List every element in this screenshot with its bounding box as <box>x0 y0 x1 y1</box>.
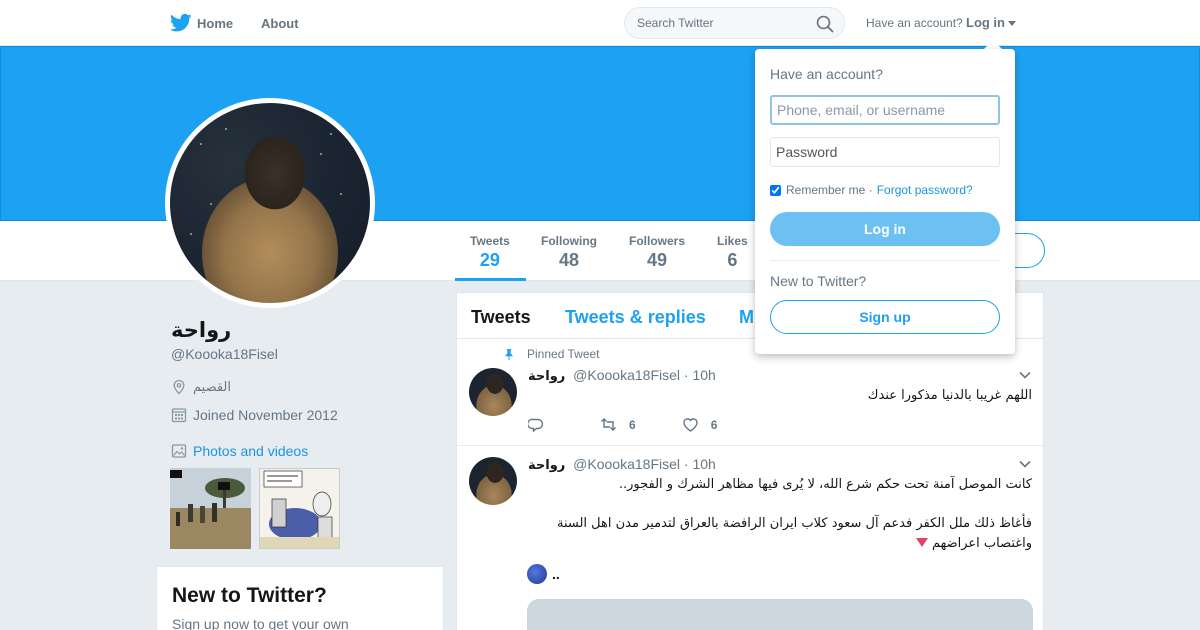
like-icon[interactable] <box>682 416 699 433</box>
dropdown-title: Have an account? <box>770 66 883 82</box>
nav-home-link[interactable]: Home <box>197 16 233 31</box>
top-nav: Home About Have an account? Log in <box>0 0 1200 46</box>
tweet-text: اللهم غريبا بالدنيا مذكورا عندك <box>867 388 1032 403</box>
media-thumbnail-image <box>170 468 251 549</box>
tweet-avatar[interactable] <box>469 457 517 505</box>
new-card-subtitle: Sign up now to get your own <box>172 616 349 630</box>
tweet-author-name[interactable]: رواحة <box>528 369 565 384</box>
pinned-label: Pinned Tweet <box>527 347 600 361</box>
location-icon <box>173 379 185 395</box>
tweet-actions: 6 6 <box>528 416 717 433</box>
dropdown-divider <box>770 260 1000 261</box>
new-to-twitter-text: New to Twitter? <box>770 273 867 289</box>
tab-media[interactable]: M <box>739 307 754 328</box>
stat-followers[interactable]: Followers 49 <box>629 234 685 271</box>
pin-icon <box>505 349 513 360</box>
photo-icon <box>171 444 187 458</box>
media-thumbnail[interactable] <box>259 468 340 549</box>
search-input[interactable] <box>637 16 807 30</box>
profile-avatar[interactable] <box>165 98 375 308</box>
username-field[interactable] <box>770 95 1000 125</box>
stat-label: Following <box>541 234 597 248</box>
retweet-icon[interactable] <box>600 416 617 433</box>
heart-emoji-icon <box>915 538 928 547</box>
calendar-icon <box>171 408 187 423</box>
tweet-text-line: كانت الموصل آمنة تحت حكم شرع الله، لا يُ… <box>618 477 1032 492</box>
like-count: 6 <box>710 417 718 432</box>
remember-me-checkbox[interactable] <box>770 184 781 196</box>
new-to-twitter-card: New to Twitter? Sign up now to get your … <box>156 566 444 630</box>
tweet-item[interactable]: Pinned Tweet رواحة @Koooka18Fisel · 10h … <box>457 339 1043 446</box>
reply-icon[interactable] <box>528 416 545 433</box>
profile-joined: Joined November 2012 <box>171 407 338 423</box>
search-box[interactable] <box>624 7 845 39</box>
emoji-line-text: .. <box>552 566 560 582</box>
stat-label: Followers <box>629 234 686 248</box>
tweet-media-card[interactable] <box>527 599 1033 630</box>
tweet-author-name[interactable]: رواحة <box>528 458 565 473</box>
password-field[interactable] <box>770 137 1000 167</box>
nav-about-link[interactable]: About <box>261 16 299 31</box>
search-icon[interactable] <box>816 15 834 33</box>
profile-name: رواحة <box>171 318 232 342</box>
tweet-author-handle[interactable]: @Koooka18Fisel <box>573 456 680 472</box>
tweet-header: رواحة @Koooka18Fisel · 10h <box>528 367 716 384</box>
stat-value: 29 <box>479 250 500 270</box>
signup-button[interactable]: Sign up <box>770 300 1000 334</box>
caret-down-icon <box>1008 21 1016 27</box>
twitter-bird-icon[interactable] <box>170 13 192 33</box>
media-thumbnail-image <box>260 469 339 548</box>
tweet-text-line: فأغاظ ذلك ملل الكفر فدعم آل سعود كلاب اي… <box>556 516 1032 551</box>
profile-avatar-image <box>170 103 370 303</box>
new-card-title: New to Twitter? <box>172 584 327 607</box>
retweet-count: 6 <box>629 417 636 432</box>
location-text: القصيم <box>193 379 231 395</box>
remember-me-row: Remember me · Forgot password? <box>770 183 973 197</box>
profile-handle[interactable]: @Koooka18Fisel <box>171 346 278 362</box>
tweet-emoji-line: .. <box>527 564 560 584</box>
stat-label: Tweets <box>470 234 510 248</box>
login-dropdown-toggle[interactable]: Log in <box>966 15 1016 30</box>
chevron-down-icon[interactable] <box>1019 371 1031 379</box>
stat-value: 48 <box>558 250 580 270</box>
stat-value: 6 <box>727 250 738 270</box>
active-stat-underline <box>455 278 526 281</box>
login-button[interactable]: Log in <box>770 212 1000 246</box>
tweet-time[interactable]: · 10h <box>684 367 716 383</box>
stat-value: 49 <box>646 250 668 270</box>
remember-me-label[interactable]: Remember me · <box>786 183 873 197</box>
tab-tweets-replies[interactable]: Tweets & replies <box>565 307 706 328</box>
globe-emoji-icon <box>527 564 547 584</box>
media-thumbnail[interactable] <box>170 468 251 549</box>
stat-label: Likes <box>717 234 748 248</box>
stat-likes[interactable]: Likes 6 <box>717 234 748 271</box>
stat-following[interactable]: Following 48 <box>541 234 597 271</box>
pinned-indicator: Pinned Tweet <box>503 347 600 361</box>
tweet-author-handle[interactable]: @Koooka18Fisel <box>573 367 680 383</box>
chevron-down-icon[interactable] <box>1019 460 1031 468</box>
stat-tweets[interactable]: Tweets 29 <box>470 234 510 271</box>
tweet-avatar[interactable] <box>469 368 517 416</box>
have-account-text: Have an account? <box>866 16 963 30</box>
photos-videos-label: Photos and videos <box>193 443 309 459</box>
tweet-time[interactable]: · 10h <box>684 456 716 472</box>
tweet-text-paragraph: فأغاظ ذلك ملل الكفر فدعم آل سعود كلاب اي… <box>528 514 1032 554</box>
tab-tweets[interactable]: Tweets <box>471 307 531 328</box>
joined-text: Joined November 2012 <box>193 407 338 423</box>
profile-location: القصيم <box>171 379 231 395</box>
forgot-password-link[interactable]: Forgot password? <box>877 183 973 197</box>
login-dropdown: Have an account? Remember me · Forgot pa… <box>755 49 1015 354</box>
tweet-header: رواحة @Koooka18Fisel · 10h <box>528 456 716 473</box>
login-link-label: Log in <box>966 15 1005 30</box>
photos-videos-link[interactable]: Photos and videos <box>171 443 308 459</box>
